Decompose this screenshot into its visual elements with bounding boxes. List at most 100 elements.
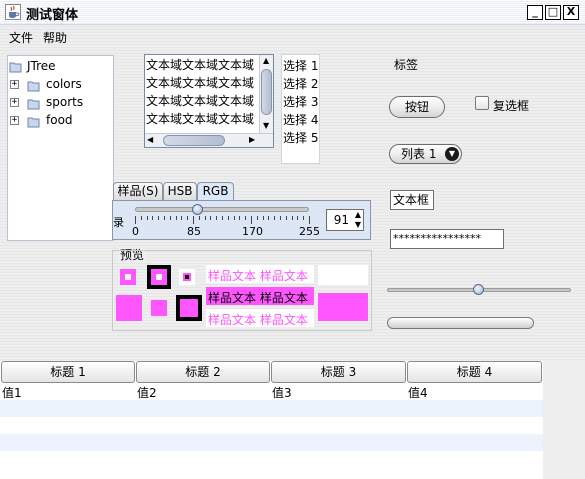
table-header[interactable]: 标题 4 <box>407 361 542 383</box>
spinner-up-icon[interactable]: ▲ <box>355 210 361 219</box>
tick-label: 170 <box>242 225 263 238</box>
combo-box[interactable]: 列表 1 ▼ <box>389 144 462 164</box>
slider-tick <box>303 216 305 220</box>
text-field[interactable]: 文本框 <box>390 190 434 210</box>
slider-tick <box>164 216 165 220</box>
slider-tick <box>256 216 258 220</box>
slider-tick <box>140 216 142 220</box>
slider-thumb[interactable] <box>473 284 484 295</box>
window-title: 测试窗体 <box>26 8 79 23</box>
expand-icon[interactable]: + <box>10 80 19 89</box>
vertical-scrollbar[interactable]: ▲ ▼ <box>259 55 273 133</box>
table-cell[interactable]: 值4 <box>408 384 428 401</box>
checkbox-label[interactable]: 复选框 <box>493 97 529 114</box>
slider-tick <box>169 216 171 220</box>
password-field[interactable]: **************** <box>390 229 504 249</box>
list-item[interactable]: 选择 1 <box>283 57 318 74</box>
tree-node-label: colors <box>46 77 82 91</box>
tree-root[interactable]: JTree <box>8 58 113 76</box>
tab-swatches[interactable]: 样品(S) <box>113 182 163 201</box>
slider-tick <box>181 216 183 220</box>
scroll-thumb[interactable] <box>163 135 225 146</box>
slider-tick <box>198 216 200 220</box>
spinner-down-icon[interactable]: ▼ <box>355 220 361 229</box>
color-preview: 样品文本 样品文本 样品文本 样品文本 样品文本 样品文本 <box>112 250 372 331</box>
scroll-down-icon[interactable]: ▼ <box>263 121 269 130</box>
title-bar[interactable]: 测试窗体 _ □ X <box>0 0 585 25</box>
button[interactable]: 按钮 <box>389 96 445 118</box>
slider-tick <box>233 216 235 220</box>
swatch <box>151 300 167 316</box>
tab-hsb[interactable]: HSB <box>163 182 197 201</box>
checkbox[interactable] <box>475 96 489 110</box>
value-spinner[interactable]: 91 ▲ ▼ <box>326 209 364 231</box>
tree-node-food[interactable]: + food <box>8 112 113 130</box>
scroll-left-icon[interactable]: ◀ <box>147 135 153 144</box>
list-item[interactable]: 选择 2 <box>283 75 318 92</box>
table-row[interactable] <box>0 400 543 417</box>
color-slider-thumb[interactable] <box>192 204 204 215</box>
table-row[interactable] <box>0 417 543 434</box>
slider-tick <box>274 216 276 220</box>
menu-bar: 文件 帮助 <box>0 26 585 46</box>
slider-tick <box>268 216 270 220</box>
horizontal-scrollbar[interactable]: ◀ ▶ <box>145 133 273 147</box>
slider-tick <box>239 216 241 220</box>
tab-rgb[interactable]: RGB <box>197 182 234 201</box>
table-header[interactable]: 标题 3 <box>271 361 406 383</box>
minimize-button[interactable]: _ <box>527 5 543 20</box>
expand-icon[interactable]: + <box>10 116 19 125</box>
text-area-line: 文本域文本域文本域 <box>146 112 255 126</box>
list-item[interactable]: 选择 4 <box>283 111 318 128</box>
text-area-line: 文本域文本域文本域 <box>146 76 255 90</box>
channel-label: 录 <box>113 216 124 229</box>
tick-label: 85 <box>187 225 201 238</box>
swatch <box>318 265 368 285</box>
close-button[interactable]: X <box>563 5 579 20</box>
table-scroll-gutter <box>543 361 585 479</box>
slider-tick <box>262 216 264 220</box>
list-item[interactable]: 选择 5 <box>283 129 318 146</box>
maximize-button[interactable]: □ <box>545 5 561 20</box>
slider-tick <box>227 216 229 220</box>
table-header[interactable]: 标题 2 <box>136 361 270 383</box>
scroll-up-icon[interactable]: ▲ <box>263 56 269 65</box>
table-cell[interactable]: 值3 <box>272 384 292 401</box>
slider-tick <box>210 216 212 220</box>
folder-icon <box>27 117 40 128</box>
tree-node-sports[interactable]: + sports <box>8 94 113 112</box>
progress-bar <box>387 317 534 329</box>
text-area[interactable]: 文本域文本域文本域 文本域文本域文本域 文本域文本域文本域 文本域文本域文本域 … <box>144 54 274 148</box>
swatch <box>185 275 189 279</box>
table-header[interactable]: 标题 1 <box>1 361 135 383</box>
tree-node-colors[interactable]: + colors <box>8 76 113 94</box>
menu-file[interactable]: 文件 <box>9 29 33 46</box>
sample-text: 样品文本 样品文本 <box>208 313 308 327</box>
tree-node-label: food <box>46 113 73 127</box>
color-slider-track[interactable] <box>135 207 309 212</box>
table-row[interactable] <box>0 434 543 451</box>
list[interactable]: 选择 1 选择 2 选择 3 选择 4 选择 5 <box>281 54 320 164</box>
expand-icon[interactable]: + <box>10 98 19 107</box>
scroll-right-icon[interactable]: ▶ <box>249 135 255 144</box>
list-item[interactable]: 选择 3 <box>283 93 318 110</box>
slider-tick <box>216 216 218 220</box>
text-area-line: 文本域文本域文本域 <box>146 94 255 108</box>
java-cup-icon <box>5 4 21 20</box>
swatch <box>318 293 368 321</box>
slider-tick <box>175 216 177 220</box>
combo-value: 列表 1 <box>401 147 437 161</box>
menu-help[interactable]: 帮助 <box>43 29 67 46</box>
scroll-thumb[interactable] <box>261 69 272 115</box>
table-cell[interactable]: 值2 <box>137 384 157 401</box>
folder-icon <box>27 81 40 92</box>
folder-icon <box>9 62 22 73</box>
sample-text: 样品文本 样品文本 <box>208 269 308 283</box>
table-row[interactable]: 值1 值2 值3 值4 <box>0 383 543 400</box>
tree[interactable]: JTree + colors + sports + food <box>7 55 114 241</box>
sample-text: 样品文本 样品文本 <box>208 291 308 305</box>
slider-tick <box>245 216 247 220</box>
table-cell[interactable]: 值1 <box>2 384 22 401</box>
chevron-down-icon[interactable]: ▼ <box>445 147 459 161</box>
table[interactable]: 标题 1 标题 2 标题 3 标题 4 值1 值2 值3 值4 <box>0 361 543 479</box>
